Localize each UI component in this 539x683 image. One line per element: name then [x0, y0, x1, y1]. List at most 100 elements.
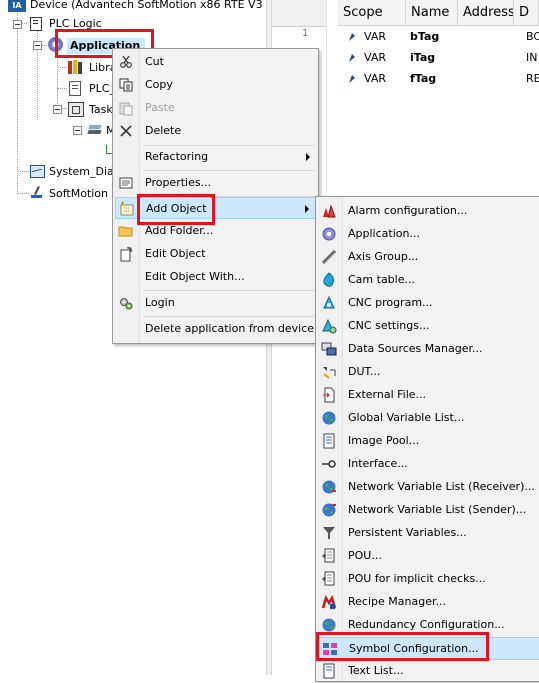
submenu-item-redundancy-configuration[interactable]: Redundancy Configuration...	[318, 614, 539, 637]
symbol-config-icon	[322, 641, 338, 657]
tree-label: Task	[89, 103, 113, 116]
menu-item-label: Redundancy Configuration...	[348, 618, 505, 631]
submenu-arrow-icon	[305, 205, 309, 213]
application-gear-icon	[321, 226, 337, 242]
tree-item-device[interactable]: IA Device (Advantech SoftMotion x86 RTE …	[0, 0, 291, 16]
menu-item-edit-object[interactable]: Edit Object	[115, 243, 316, 265]
submenu-item-network-variable-list-receiver[interactable]: Network Variable List (Receiver)...	[318, 476, 539, 499]
variable-pin-icon	[348, 53, 356, 63]
scissors-icon	[118, 54, 134, 70]
diagnostics-chart-icon	[30, 165, 45, 178]
interface-icon	[321, 456, 337, 472]
menu-item-label: Recipe Manager...	[348, 595, 446, 608]
submenu-item-cam-table[interactable]: Cam table...	[318, 269, 539, 292]
axis-group-icon	[321, 249, 337, 265]
menu-separator	[143, 316, 315, 317]
submenu-item-pou[interactable]: POU...	[318, 545, 539, 568]
collapse-toggle[interactable]	[53, 105, 62, 114]
collapse-toggle[interactable]	[33, 41, 42, 50]
menu-item-cut[interactable]: Cut	[115, 51, 316, 73]
menu-item-label: Refactoring	[145, 150, 209, 163]
menu-item-refactoring[interactable]: Refactoring	[115, 146, 316, 168]
menu-item-paste[interactable]: Paste	[115, 97, 316, 119]
tree-item-plc-prg[interactable]: PLC_	[0, 79, 115, 99]
menu-separator	[143, 170, 315, 171]
menu-item-label: Edit Object	[145, 247, 206, 260]
menu-item-label: Cam table...	[348, 273, 415, 286]
menu-item-add-object[interactable]: Add Object	[115, 197, 316, 219]
menu-item-delete[interactable]: Delete	[115, 120, 316, 142]
column-header-address[interactable]: Address	[458, 0, 514, 26]
cell-name: bTag	[410, 30, 440, 43]
submenu-item-symbol-configuration[interactable]: Symbol Configuration...	[318, 637, 539, 660]
tree-item-plc-logic[interactable]: PLC Logic	[0, 16, 266, 34]
menu-item-label: Image Pool...	[348, 434, 420, 447]
cell-scope: VAR	[364, 51, 386, 64]
collapse-toggle[interactable]	[13, 20, 22, 29]
submenu-item-persistent-variables[interactable]: Persistent Variables...	[318, 522, 539, 545]
tree-item-softmotion[interactable]: SoftMotion G	[0, 185, 120, 203]
image-pool-icon	[321, 433, 337, 449]
tree-item-library[interactable]: Libra	[0, 58, 116, 78]
tree-label: Device (Advantech SoftMotion x86 RTE V3 …	[30, 0, 291, 11]
tree-item-main-task[interactable]: M	[0, 121, 116, 141]
submenu-item-text-list[interactable]: Text List...	[318, 660, 539, 683]
submenu-item-pou-for-implicit-checks[interactable]: POU for implicit checks...	[318, 568, 539, 591]
submenu-item-network-variable-list-sender[interactable]: Network Variable List (Sender)...	[318, 499, 539, 522]
menu-item-label: Delete	[145, 124, 182, 137]
text-list-icon	[321, 663, 337, 679]
menu-item-label: Symbol Configuration...	[349, 642, 479, 655]
tree-item-task-configuration[interactable]: Task	[0, 100, 113, 120]
menu-item-add-folder[interactable]: Add Folder...	[115, 220, 316, 242]
submenu-item-image-pool[interactable]: Image Pool...	[318, 430, 539, 453]
device-ia-icon: IA	[8, 0, 26, 12]
menu-item-label: POU...	[348, 549, 382, 562]
cnc-program-icon	[321, 295, 337, 311]
submenu-item-cnc-settings[interactable]: CNC settings...	[318, 315, 539, 338]
submenu-item-cnc-program[interactable]: CNC program...	[318, 292, 539, 315]
gutter-header	[272, 0, 326, 27]
submenu-item-recipe-manager[interactable]: Recipe Manager...	[318, 591, 539, 614]
table-row[interactable]: VAR bTag BC	[326, 27, 539, 47]
cam-table-icon	[321, 272, 337, 288]
tree-label: SoftMotion G	[49, 187, 121, 200]
delete-x-icon	[118, 123, 134, 139]
column-header-scope[interactable]: Scope	[338, 0, 406, 26]
collapse-toggle[interactable]	[73, 126, 82, 135]
menu-item-label: CNC program...	[348, 296, 433, 309]
menu-item-properties[interactable]: Properties...	[115, 172, 316, 194]
alarm-icon	[321, 203, 337, 219]
menu-item-label: Paste	[145, 101, 175, 114]
column-header-datatype[interactable]: D	[514, 0, 539, 26]
menu-item-label: Data Sources Manager...	[348, 342, 483, 355]
submenu-item-data-sources-manager[interactable]: Data Sources Manager...	[318, 338, 539, 361]
menu-item-label: Application...	[348, 227, 420, 240]
menu-item-label: External File...	[348, 388, 427, 401]
menu-item-label: Properties...	[145, 176, 212, 189]
menu-item-login[interactable]: Login	[115, 292, 316, 314]
submenu-item-dut[interactable]: DUT...	[318, 361, 539, 384]
softmotion-icon	[31, 185, 43, 199]
menu-item-delete-application-from-device[interactable]: Delete application from device	[115, 318, 316, 340]
paste-icon	[118, 100, 134, 116]
data-sources-icon	[321, 341, 337, 357]
persistent-icon	[321, 525, 337, 541]
table-row[interactable]: VAR fTag RE	[326, 69, 539, 89]
tree-item-system-diag[interactable]: System_Diag	[0, 163, 121, 181]
menu-separator	[143, 290, 315, 291]
submenu-item-alarm-configuration[interactable]: Alarm configuration...	[318, 200, 539, 223]
menu-item-edit-object-with[interactable]: Edit Object With...	[115, 266, 316, 288]
submenu-item-interface[interactable]: Interface...	[318, 453, 539, 476]
menu-item-copy[interactable]: Copy	[115, 74, 316, 96]
menu-item-label: POU for implicit checks...	[348, 572, 486, 585]
cell-name: iTag	[410, 51, 436, 64]
column-header-name[interactable]: Name	[406, 0, 458, 26]
submenu-item-application[interactable]: Application...	[318, 223, 539, 246]
menu-item-label: Persistent Variables...	[348, 526, 467, 539]
table-row[interactable]: VAR iTag IN	[326, 48, 539, 68]
submenu-item-axis-group[interactable]: Axis Group...	[318, 246, 539, 269]
menu-item-label: Add Folder...	[145, 224, 214, 237]
variable-pin-icon	[348, 32, 356, 42]
submenu-item-external-file[interactable]: External File...	[318, 384, 539, 407]
submenu-item-global-variable-list[interactable]: Global Variable List...	[318, 407, 539, 430]
